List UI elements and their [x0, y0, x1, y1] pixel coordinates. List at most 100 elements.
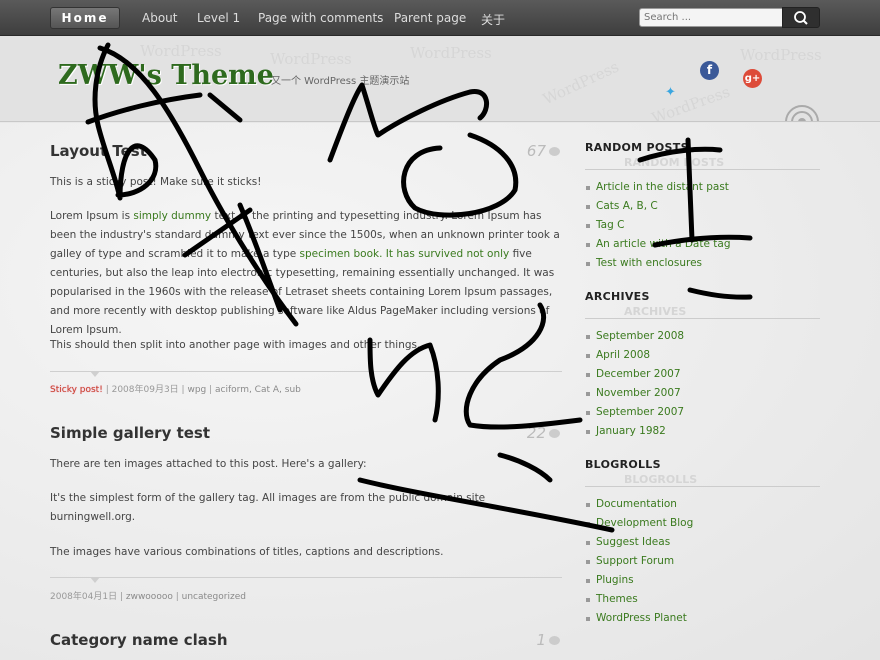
header-watermark: WordPress	[740, 46, 822, 64]
post-title[interactable]: Layout Test	[50, 142, 147, 160]
list-bullet	[586, 411, 590, 415]
nav-about[interactable]: About	[142, 11, 177, 25]
comment-count-value[interactable]: 67	[527, 142, 546, 160]
random-post-link[interactable]: Tag C	[596, 219, 624, 231]
header-watermark: WordPress	[540, 57, 622, 109]
widget-title-shadow: ARCHIVES	[624, 305, 687, 318]
archive-link[interactable]: April 2008	[596, 349, 650, 361]
random-post-link[interactable]: Article in the distant past	[596, 181, 729, 193]
list-bullet	[586, 392, 590, 396]
header-watermark: WordPress	[270, 50, 352, 68]
post-divider	[50, 577, 562, 578]
comment-count[interactable]: 22	[510, 424, 560, 442]
comment-count[interactable]: 1	[510, 631, 560, 649]
rss-icon[interactable]	[782, 98, 822, 122]
site-title[interactable]: ZWW's Theme	[58, 60, 274, 91]
comment-count-value[interactable]: 1	[536, 631, 546, 649]
post-title[interactable]: Simple gallery test	[50, 424, 210, 442]
blogroll-link[interactable]: Support Forum	[596, 555, 674, 567]
random-post-link[interactable]: Test with enclosures	[596, 257, 702, 269]
list-bullet	[586, 598, 590, 602]
post-meta: 2008年04月1日 | zwwooooo | uncategorized	[50, 592, 246, 602]
post-paragraph: This should then split into another page…	[50, 339, 421, 351]
post-date: 2008年09月3日	[111, 385, 179, 395]
widget-divider	[585, 318, 820, 319]
blogroll-link[interactable]: Plugins	[596, 574, 634, 586]
comment-bubble-icon	[549, 636, 560, 645]
list-bullet	[586, 430, 590, 434]
comment-count-value[interactable]: 22	[527, 424, 546, 442]
site-header: WordPress WordPress WordPress WordPress …	[0, 36, 880, 122]
search-input[interactable]	[639, 8, 783, 27]
header-watermark: WordPress	[410, 44, 492, 62]
random-post-link[interactable]: An article with a Date tag	[596, 238, 731, 250]
post-author[interactable]: wpg	[187, 385, 206, 395]
nav-home[interactable]: Home	[50, 7, 120, 29]
widget-title: ARCHIVES	[585, 290, 650, 303]
comment-bubble-icon	[549, 147, 560, 156]
text-run: Lorem Ipsum is	[50, 210, 134, 222]
post-meta: Sticky post! | 2008年09月3日 | wpg | acifor…	[50, 385, 301, 395]
twitter-icon[interactable]: ✦	[661, 83, 680, 102]
blogroll-link[interactable]: Documentation	[596, 498, 677, 510]
nav-level-1[interactable]: Level 1	[197, 11, 240, 25]
widget-title-shadow: BLOGROLLS	[624, 473, 698, 486]
list-bullet	[586, 560, 590, 564]
site-tagline: 又一个 WordPress 主题演示站	[271, 76, 410, 87]
facebook-icon[interactable]: f	[700, 61, 719, 80]
list-bullet	[586, 205, 590, 209]
list-bullet	[586, 503, 590, 507]
archive-link[interactable]: December 2007	[596, 368, 681, 380]
post-categories[interactable]: aciform, Cat A, sub	[215, 385, 301, 395]
comment-count[interactable]: 67	[510, 142, 560, 160]
text-run: five centuries, but also the leap into e…	[50, 248, 555, 336]
nav-parent-page[interactable]: Parent page	[394, 11, 466, 25]
post-author[interactable]: zwwooooo	[126, 592, 173, 602]
sticky-label: Sticky post!	[50, 385, 103, 395]
nav-page-with-comments[interactable]: Page with comments	[258, 11, 383, 25]
archive-link[interactable]: January 1982	[596, 425, 666, 437]
post-title[interactable]: Category name clash	[50, 631, 228, 649]
blogroll-link[interactable]: Themes	[596, 593, 638, 605]
archive-link[interactable]: September 2007	[596, 406, 684, 418]
list-bullet	[586, 335, 590, 339]
nav-about-cn[interactable]: 关于	[481, 11, 505, 28]
main-content: Layout Test 67 This is a sticky post! Ma…	[0, 123, 880, 660]
widget-title: RANDOM POSTS	[585, 141, 689, 154]
blogroll-link[interactable]: Development Blog	[596, 517, 693, 529]
google-plus-icon[interactable]: g+	[743, 69, 762, 88]
comment-bubble-icon	[549, 429, 560, 438]
post-divider	[50, 371, 562, 372]
post-paragraph: There are ten images attached to this po…	[50, 458, 367, 470]
post-paragraph: This is a sticky post! Make sure it stic…	[50, 176, 262, 188]
post-link[interactable]: simply dummy	[133, 210, 211, 222]
post-link[interactable]: specimen book. It has survived not only	[300, 248, 510, 260]
widget-divider	[585, 486, 820, 487]
divider-notch	[90, 371, 100, 377]
list-bullet	[586, 186, 590, 190]
list-bullet	[586, 617, 590, 621]
post-paragraph: Lorem Ipsum is simply dummy text of the …	[50, 207, 562, 340]
post-paragraph: The images have various combinations of …	[50, 546, 444, 558]
list-bullet	[586, 522, 590, 526]
list-bullet	[586, 224, 590, 228]
list-bullet	[586, 541, 590, 545]
blogroll-link[interactable]: Suggest Ideas	[596, 536, 670, 548]
widget-divider	[585, 169, 820, 170]
search-button[interactable]	[782, 7, 820, 28]
post-categories[interactable]: uncategorized	[182, 592, 246, 602]
post-date: 2008年04月1日	[50, 592, 118, 602]
list-bullet	[586, 354, 590, 358]
post-paragraph: It's the simplest form of the gallery ta…	[50, 492, 486, 523]
random-post-link[interactable]: Cats A, B, C	[596, 200, 658, 212]
list-bullet	[586, 579, 590, 583]
archive-link[interactable]: September 2008	[596, 330, 684, 342]
list-bullet	[586, 373, 590, 377]
widget-title-shadow: RANDOM POSTS	[624, 156, 725, 169]
archive-link[interactable]: November 2007	[596, 387, 681, 399]
search-icon	[794, 11, 808, 25]
list-bullet	[586, 243, 590, 247]
widget-title: BLOGROLLS	[585, 458, 661, 471]
header-watermark: WordPress	[140, 42, 222, 60]
blogroll-link[interactable]: WordPress Planet	[596, 612, 687, 624]
